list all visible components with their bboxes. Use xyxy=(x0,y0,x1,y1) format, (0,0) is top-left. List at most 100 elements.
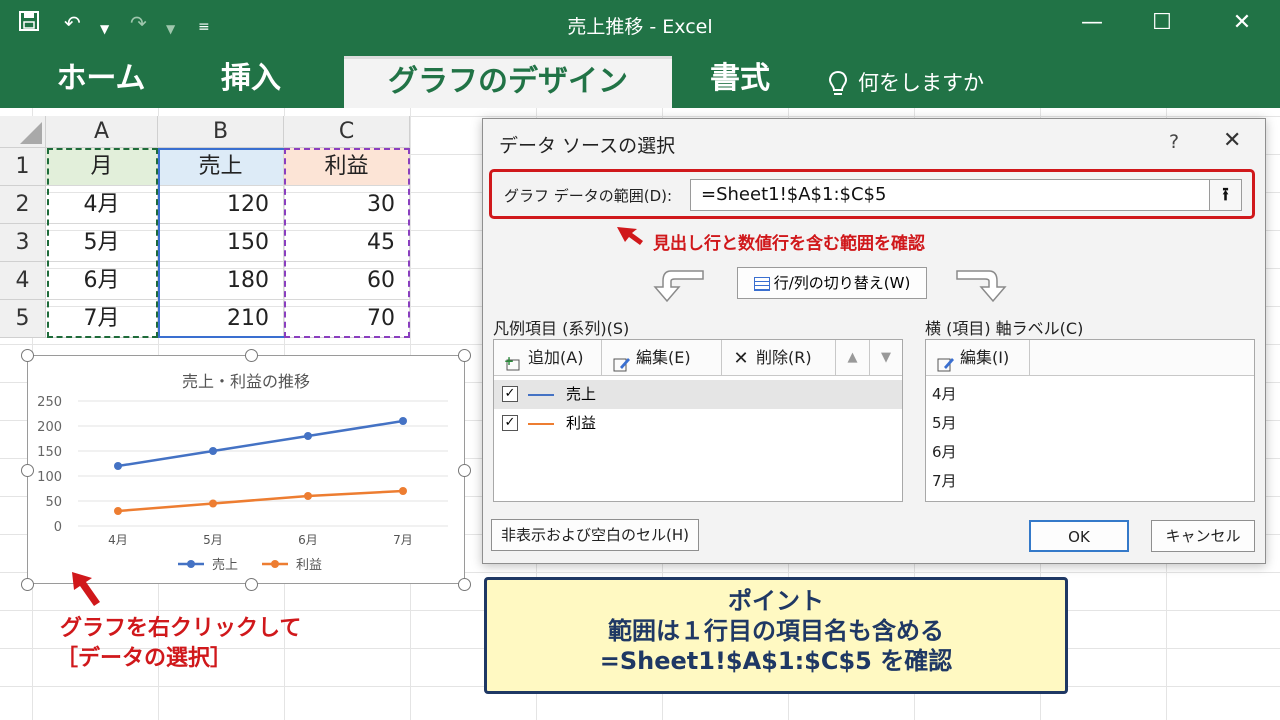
cell-a2[interactable]: 4月 xyxy=(46,186,158,224)
data-point xyxy=(209,499,217,508)
line-chart[interactable]: 売上・利益の推移 250 200 150 100 50 0 4月 5月 6月 7月 売上 利益 xyxy=(28,356,464,583)
series-checkbox-profit[interactable]: ✓ xyxy=(502,415,518,431)
delete-icon: ✕ xyxy=(733,347,749,369)
right-click-annotation: グラフを右クリックして ［データの選択］ xyxy=(56,616,302,671)
chart-resize-handle-tl[interactable] xyxy=(21,349,34,362)
chart-resize-handle-tr[interactable] xyxy=(458,349,471,362)
ok-button[interactable]: OK xyxy=(1029,520,1129,552)
row-header-2[interactable]: 2 xyxy=(0,186,46,224)
column-header-c[interactable]: C xyxy=(284,116,410,148)
legend-entries-panel: + 追加(A) 編集(E) ✕ 削除(R) ▲ ▼ ✓ 売上 ✓ 利益 xyxy=(493,339,903,502)
curved-arrow-right-icon xyxy=(956,270,1007,303)
cell-c1[interactable]: 利益 xyxy=(284,148,410,186)
data-point xyxy=(114,507,122,515)
tell-me-search[interactable]: 何をしますか xyxy=(828,68,984,98)
axis-labels-label: 横 (項目) 軸ラベル(C) xyxy=(925,319,1084,338)
chart-resize-handle-br[interactable] xyxy=(458,578,471,591)
cell-c2[interactable]: 30 xyxy=(284,186,410,224)
axis-label-item[interactable]: 5月 xyxy=(932,409,957,438)
move-up-icon[interactable]: ▲ xyxy=(836,340,870,376)
series-color-line xyxy=(528,423,554,425)
minimize-icon[interactable]: — xyxy=(1072,8,1112,38)
chart-title: 売上・利益の推移 xyxy=(182,372,310,391)
axis-labels-panel: 編集(I) 4月 5月 6月 7月 xyxy=(925,339,1255,502)
cell-a1[interactable]: 月 xyxy=(46,148,158,186)
chart-resize-handle-bc[interactable] xyxy=(245,578,258,591)
range-value: =Sheet1!$A$1:$C$5 xyxy=(701,184,887,205)
chart-data-range-input[interactable]: =Sheet1!$A$1:$C$5 ⭱ xyxy=(690,179,1242,211)
column-header-b[interactable]: B xyxy=(158,116,284,148)
series-checkbox-sales[interactable]: ✓ xyxy=(502,386,518,402)
hidden-empty-cells-button[interactable]: 非表示および空白のセル(H) xyxy=(491,519,699,551)
cell-b2[interactable]: 120 xyxy=(158,186,284,224)
axis-label-item[interactable]: 4月 xyxy=(932,380,957,409)
axis-label-item[interactable]: 6月 xyxy=(932,438,957,467)
edit-icon xyxy=(612,350,630,371)
row-header-1[interactable]: 1 xyxy=(0,148,46,186)
switch-row-column-icon xyxy=(753,276,770,291)
tab-chart-design[interactable]: グラフのデザイン xyxy=(344,56,672,108)
tab-home[interactable]: ホーム xyxy=(36,56,166,108)
legend-marker xyxy=(271,560,279,568)
edit-series-button[interactable]: 編集(E) xyxy=(602,340,722,376)
dialog-close-icon[interactable]: ✕ xyxy=(1223,128,1241,153)
row-header-4[interactable]: 4 xyxy=(0,262,46,300)
tab-insert[interactable]: 挿入 xyxy=(196,56,306,108)
series-name: 売上 xyxy=(566,385,597,403)
x-tick-label: 7月 xyxy=(393,533,413,547)
y-tick-label: 200 xyxy=(37,420,62,435)
chart-resize-handle-tc[interactable] xyxy=(245,349,258,362)
data-point xyxy=(114,462,122,470)
switch-row-column-button[interactable]: 行/列の切り替え(W) xyxy=(737,267,927,299)
point-line-3: =Sheet1!$A$1:$C$5 を確認 xyxy=(599,647,953,675)
cell-c3[interactable]: 45 xyxy=(284,224,410,262)
cell-b1[interactable]: 売上 xyxy=(158,148,284,186)
series-row-profit[interactable]: ✓ 利益 xyxy=(494,409,902,438)
delete-series-button[interactable]: ✕ 削除(R) xyxy=(722,340,836,376)
series-color-line xyxy=(528,394,554,396)
x-tick-label: 4月 xyxy=(108,533,128,547)
close-window-icon[interactable]: ✕ xyxy=(1222,8,1262,38)
y-tick-label: 150 xyxy=(37,445,62,460)
series-line xyxy=(117,419,404,468)
curved-arrow-left-icon xyxy=(653,270,704,303)
tab-format[interactable]: 書式 xyxy=(690,56,790,108)
y-tick-label: 50 xyxy=(45,495,62,510)
add-series-button[interactable]: + 追加(A) xyxy=(494,340,602,376)
help-icon[interactable]: ? xyxy=(1169,131,1179,153)
select-all-corner[interactable] xyxy=(0,116,46,148)
point-line-2: 範囲は１行目の項目名も含める xyxy=(608,617,944,645)
cell-b4[interactable]: 180 xyxy=(158,262,284,300)
row-header-3[interactable]: 3 xyxy=(0,224,46,262)
cancel-button[interactable]: キャンセル xyxy=(1151,520,1255,552)
range-highlight-frame: グラフ データの範囲(D): =Sheet1!$A$1:$C$5 ⭱ xyxy=(489,169,1255,219)
cell-b5[interactable]: 210 xyxy=(158,300,284,338)
legend-entries-label: 凡例項目 (系列)(S) xyxy=(493,319,630,338)
data-point xyxy=(399,417,407,425)
x-tick-label: 6月 xyxy=(298,533,318,547)
cell-a4[interactable]: 6月 xyxy=(46,262,158,300)
chart-object[interactable]: 売上・利益の推移 250 200 150 100 50 0 4月 5月 6月 7月 売上 利益 xyxy=(27,355,465,584)
collapse-dialog-icon[interactable]: ⭱ xyxy=(1209,180,1241,210)
chart-resize-handle-bl[interactable] xyxy=(21,578,34,591)
axis-label-item[interactable]: 7月 xyxy=(932,467,957,496)
series-row-sales[interactable]: ✓ 売上 xyxy=(494,380,902,409)
cell-a3[interactable]: 5月 xyxy=(46,224,158,262)
cell-c5[interactable]: 70 xyxy=(284,300,410,338)
row-header-5[interactable]: 5 xyxy=(0,300,46,338)
move-down-icon[interactable]: ▼ xyxy=(870,340,902,376)
point-heading: ポイント xyxy=(728,587,824,615)
select-data-source-dialog: データ ソースの選択 ? ✕ グラフ データの範囲(D): =Sheet1!$A… xyxy=(482,118,1266,564)
column-header-a[interactable]: A xyxy=(46,116,158,148)
edit-icon xyxy=(936,350,954,371)
add-icon: + xyxy=(504,350,522,370)
title-bar: ↶ ▼ ↷ ▼ ≡ 売上推移 - Excel — ☐ ✕ xyxy=(0,0,1280,46)
range-annotation: 見出し行と数値行を含む範囲を確認 xyxy=(653,234,925,254)
cell-c4[interactable]: 60 xyxy=(284,262,410,300)
cell-b3[interactable]: 150 xyxy=(158,224,284,262)
maximize-icon[interactable]: ☐ xyxy=(1142,8,1182,38)
cell-a5[interactable]: 7月 xyxy=(46,300,158,338)
edit-axis-labels-button[interactable]: 編集(I) xyxy=(926,340,1030,376)
chart-resize-handle-ml[interactable] xyxy=(21,464,34,477)
chart-resize-handle-mr[interactable] xyxy=(458,464,471,477)
